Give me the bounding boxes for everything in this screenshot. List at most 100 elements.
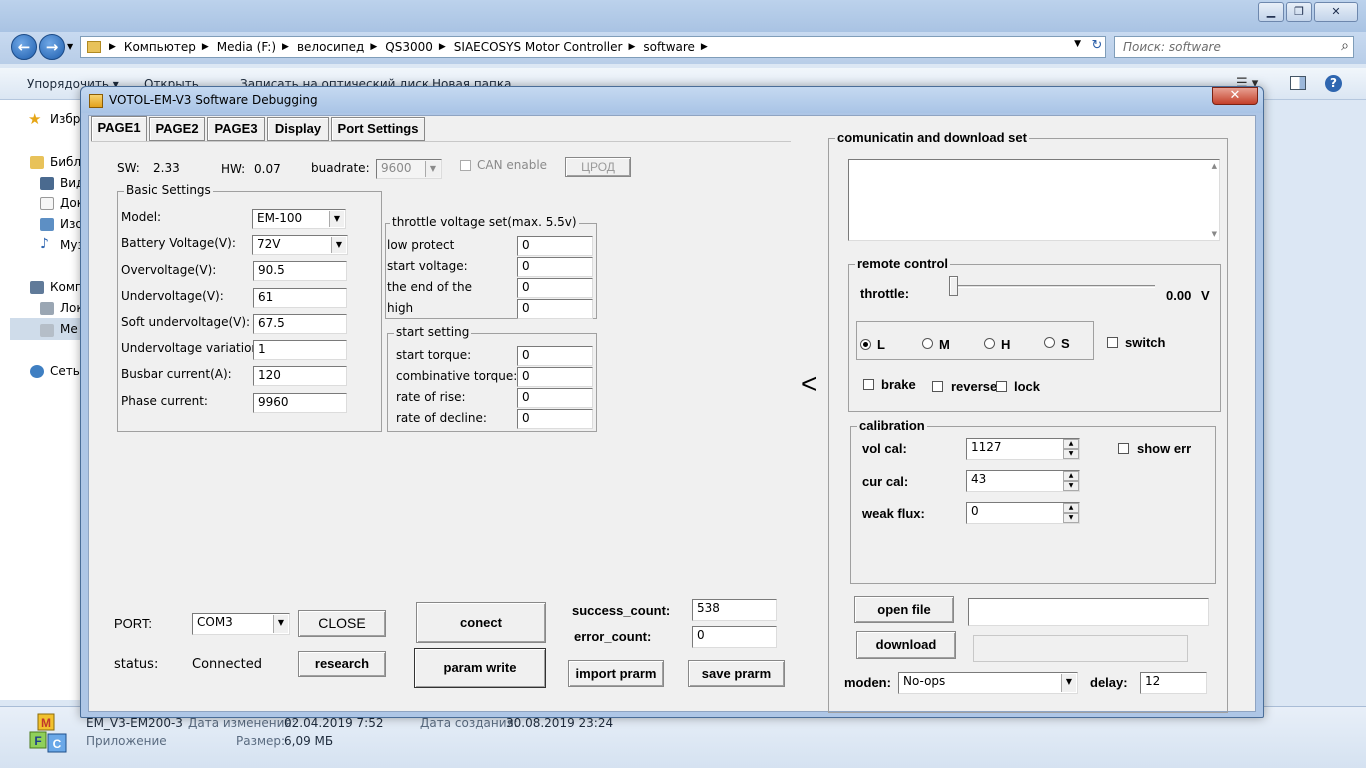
baudrate-select[interactable]: 9600 ▼ (376, 159, 442, 179)
minimize-button[interactable]: ▁ (1258, 2, 1284, 22)
brake-label: brake (881, 377, 916, 392)
explorer-sidebar (0, 100, 82, 700)
size-value: 6,09 МБ (284, 734, 334, 748)
param-write-button[interactable]: param write (414, 648, 546, 688)
search-input[interactable]: Поиск: software ⌕ (1114, 36, 1354, 58)
save-param-button[interactable]: save prarm (688, 660, 785, 687)
reverse-checkbox[interactable] (932, 381, 943, 392)
rate-of-decline-input[interactable]: 0 (517, 409, 593, 429)
busbar-current-input[interactable]: 120 (253, 366, 347, 386)
chevron-right-icon: ▶ (628, 42, 636, 52)
collapse-panel-button[interactable]: < (801, 368, 817, 400)
tab-page2[interactable]: PAGE2 (149, 117, 205, 141)
breadcrumb-item[interactable]: software (643, 40, 695, 54)
sidebar-item-media[interactable]: Ме (60, 322, 78, 336)
vol-cal-input[interactable]: 1127 ▲ ▼ (966, 438, 1080, 460)
phase-current-input[interactable]: 9960 (253, 393, 347, 413)
high-input[interactable]: 0 (517, 299, 593, 319)
show-err-checkbox[interactable] (1118, 443, 1129, 454)
log-textarea[interactable]: ▲ ▼ (848, 159, 1220, 241)
breadcrumb-item[interactable]: Media (F:) (217, 40, 276, 54)
undervoltage-variation-input[interactable]: 1 (253, 340, 347, 360)
lock-checkbox[interactable] (996, 381, 1007, 392)
sidebar-item-favorites[interactable]: Избр (50, 112, 80, 126)
scroll-up-icon[interactable]: ▲ (1212, 162, 1217, 170)
sidebar-item-libraries[interactable]: Библ (50, 155, 81, 169)
connect-button[interactable]: conect (416, 602, 546, 643)
slider-thumb[interactable] (949, 276, 958, 296)
mode-h-radio[interactable] (984, 338, 995, 349)
tab-page1[interactable]: PAGE1 (91, 116, 147, 142)
spin-down-icon[interactable]: ▼ (1063, 513, 1079, 523)
open-file-button[interactable]: open file (854, 596, 954, 623)
mode-l-radio[interactable] (860, 339, 871, 350)
start-torque-input[interactable]: 0 (517, 346, 593, 366)
download-button[interactable]: download (856, 631, 956, 659)
spin-up-icon[interactable]: ▲ (1063, 471, 1079, 481)
tab-underline (91, 141, 791, 142)
spin-up-icon[interactable]: ▲ (1063, 503, 1079, 513)
undervoltage-input[interactable]: 61 (253, 288, 347, 308)
address-dropdown-icon[interactable]: ▼ (1074, 39, 1081, 49)
start-voltage-input[interactable]: 0 (517, 257, 593, 277)
history-dropdown-icon[interactable]: ▼ (67, 42, 73, 51)
explorer-close-button[interactable]: ✕ (1314, 2, 1358, 22)
help-icon[interactable]: ? (1325, 75, 1342, 92)
switch-checkbox[interactable] (1107, 337, 1118, 348)
port-select[interactable]: COM3 ▼ (192, 613, 290, 635)
tab-page3[interactable]: PAGE3 (207, 117, 265, 141)
tab-display[interactable]: Display (267, 117, 329, 141)
sidebar-item-network[interactable]: Сеть (50, 364, 80, 378)
success-count-label: success_count: (572, 603, 671, 618)
high-label: high (387, 301, 414, 315)
mode-s-radio[interactable] (1044, 337, 1055, 348)
dialog-close-button[interactable]: ✕ (1212, 87, 1258, 105)
sidebar-item-computer[interactable]: Комп (50, 280, 83, 294)
breadcrumb-item[interactable]: SIAECOSYS Motor Controller (454, 40, 623, 54)
address-bar[interactable]: ▶ Компьютер ▶ Media (F:) ▶ велосипед ▶ Q… (80, 36, 1106, 58)
file-name: EM_V3-EM200-3 (86, 716, 183, 730)
can-enable-checkbox[interactable] (460, 160, 471, 171)
file-path-input[interactable] (968, 598, 1209, 626)
model-select[interactable]: EM-100 ▼ (252, 209, 346, 229)
chevron-right-icon: ▶ (109, 42, 116, 52)
maximize-button[interactable]: ❐ (1286, 2, 1312, 22)
brake-checkbox[interactable] (863, 379, 874, 390)
spin-down-icon[interactable]: ▼ (1063, 449, 1079, 459)
mode-m-radio[interactable] (922, 338, 933, 349)
error-count-label: error_count: (574, 629, 652, 644)
overvoltage-input[interactable]: 90.5 (253, 261, 347, 281)
moden-select[interactable]: No-ops ▼ (898, 672, 1078, 694)
delay-input[interactable]: 12 (1140, 672, 1207, 694)
size-label: Размер: (236, 734, 286, 748)
cur-cal-input[interactable]: 43 ▲ ▼ (966, 470, 1080, 492)
soft-undervoltage-input[interactable]: 67.5 (253, 314, 347, 334)
spin-down-icon[interactable]: ▼ (1063, 481, 1079, 491)
throttle-slider[interactable] (949, 273, 1155, 303)
weak-flux-input[interactable]: 0 ▲ ▼ (966, 502, 1080, 524)
dialog-titlebar[interactable]: VOTOL-EM-V3 Software Debugging ✕ (81, 87, 1263, 113)
breadcrumb-item[interactable]: велосипед (297, 40, 364, 54)
chevron-right-icon: ▶ (282, 42, 289, 52)
library-icon (30, 156, 44, 169)
breadcrumb-item[interactable]: QS3000 (385, 40, 433, 54)
end-voltage-input[interactable]: 0 (517, 278, 593, 298)
import-param-button[interactable]: import prarm (568, 660, 664, 687)
forward-button[interactable]: → (39, 34, 65, 60)
research-button[interactable]: research (298, 651, 386, 677)
refresh-icon[interactable]: ↻ (1086, 38, 1108, 56)
battery-voltage-select[interactable]: 72V ▼ (252, 235, 348, 255)
rate-of-rise-input[interactable]: 0 (517, 388, 593, 408)
low-protect-input[interactable]: 0 (517, 236, 593, 256)
back-button[interactable]: ← (11, 34, 37, 60)
remote-control-title: remote control (855, 256, 951, 271)
spin-up-icon[interactable]: ▲ (1063, 439, 1079, 449)
scroll-down-icon[interactable]: ▼ (1212, 230, 1217, 238)
combinative-torque-input[interactable]: 0 (517, 367, 593, 387)
upgrade-button[interactable]: ЦРОД (565, 157, 631, 177)
preview-pane-icon[interactable] (1290, 76, 1306, 90)
tab-port-settings[interactable]: Port Settings (331, 117, 425, 141)
close-port-button[interactable]: CLOSE (298, 610, 386, 637)
search-icon[interactable]: ⌕ (1341, 38, 1349, 54)
breadcrumb-item[interactable]: Компьютер (124, 40, 196, 54)
